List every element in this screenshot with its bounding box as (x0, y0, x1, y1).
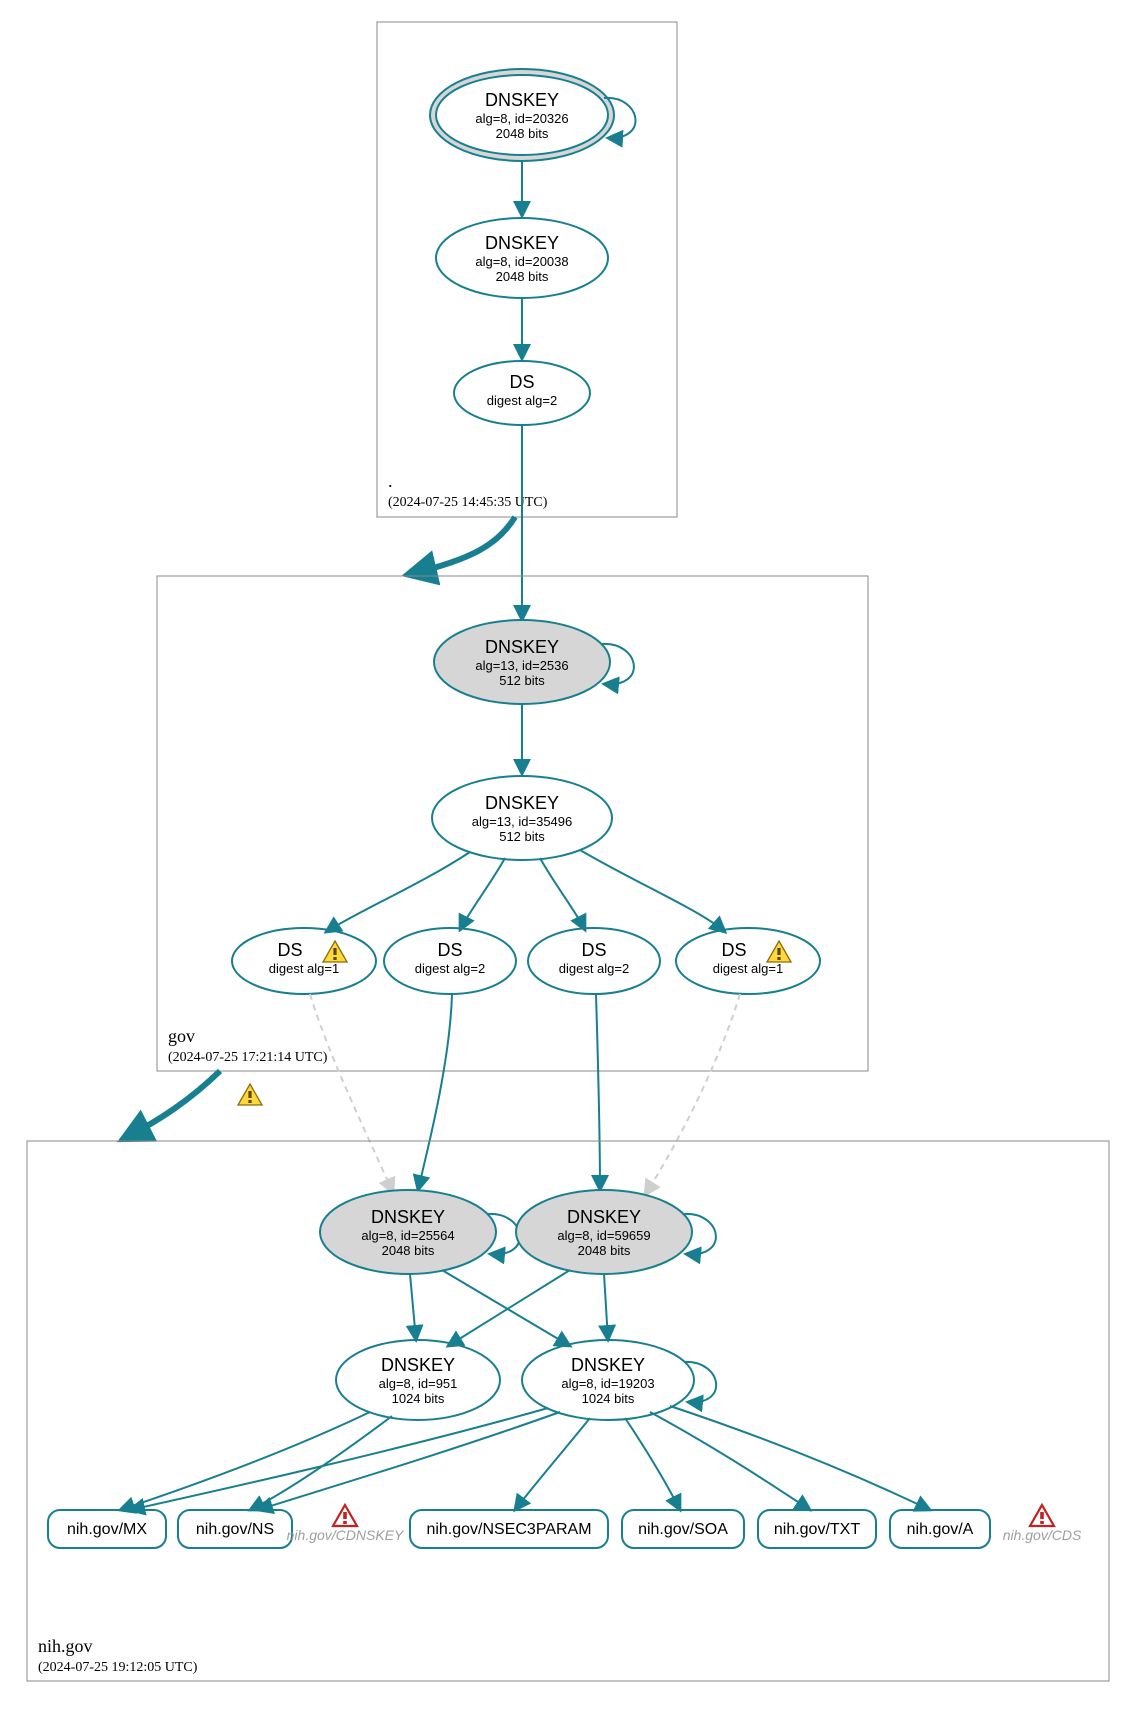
zone-gov-ts: (2024-07-25 17:21:14 UTC) (168, 1050, 328, 1065)
zone-gov-name: gov (168, 1026, 195, 1046)
svg-text:DS: DS (581, 940, 606, 960)
zone-nih-name: nih.gov (38, 1636, 93, 1656)
node-gov-zsk: DNSKEY alg=13, id=35496 512 bits (432, 776, 612, 860)
svg-text:DNSKEY: DNSKEY (381, 1355, 455, 1375)
svg-text:DNSKEY: DNSKEY (571, 1355, 645, 1375)
svg-text:DS: DS (509, 372, 534, 392)
node-nih-ksk1: DNSKEY alg=8, id=25564 2048 bits (320, 1190, 520, 1274)
svg-text:DS: DS (277, 940, 302, 960)
delegation-root-gov (410, 517, 515, 574)
edge-ds3-nihksk2 (596, 994, 600, 1190)
svg-text:digest alg=1: digest alg=1 (713, 961, 783, 976)
svg-text:DNSKEY: DNSKEY (485, 637, 559, 657)
edge-ds1-nihksk1 (310, 994, 393, 1193)
rrset-soa: nih.gov/SOA (622, 1510, 744, 1548)
svg-text:DNSKEY: DNSKEY (485, 793, 559, 813)
node-root-ds: DS digest alg=2 (454, 361, 590, 425)
svg-text:2048 bits: 2048 bits (496, 126, 549, 141)
rrset-txt: nih.gov/TXT (758, 1510, 876, 1548)
rrset-cds-error: nih.gov/CDS (1003, 1505, 1082, 1543)
zone-gov: gov (2024-07-25 17:21:14 UTC) DNSKEY alg… (157, 576, 868, 1071)
error-icon (333, 1505, 357, 1526)
node-nih-ksk2: DNSKEY alg=8, id=59659 2048 bits (516, 1190, 716, 1274)
node-nih-zsk1: DNSKEY alg=8, id=951 1024 bits (336, 1340, 500, 1420)
edge-ds2-nihksk1 (418, 994, 452, 1190)
zone-root-ts: (2024-07-25 14:45:35 UTC) (388, 495, 548, 510)
zone-root-name: . (388, 471, 393, 491)
node-gov-ksk: DNSKEY alg=13, id=2536 512 bits (434, 620, 634, 704)
error-icon (1030, 1505, 1054, 1526)
svg-text:1024 bits: 1024 bits (392, 1391, 445, 1406)
rrset-nsec3param: nih.gov/NSEC3PARAM (410, 1510, 608, 1548)
zone-root: . (2024-07-25 14:45:35 UTC) DNSKEY alg=8… (377, 22, 677, 517)
warning-icon (238, 1084, 262, 1105)
svg-text:alg=8, id=25564: alg=8, id=25564 (361, 1228, 454, 1243)
svg-text:nih.gov/SOA: nih.gov/SOA (638, 1521, 728, 1538)
svg-text:512 bits: 512 bits (499, 829, 545, 844)
svg-text:alg=13, id=2536: alg=13, id=2536 (475, 658, 568, 673)
svg-text:alg=8, id=951: alg=8, id=951 (379, 1376, 458, 1391)
svg-text:alg=13, id=35496: alg=13, id=35496 (472, 814, 572, 829)
delegation-gov-nih (125, 1071, 220, 1138)
node-gov-ds2: DS digest alg=2 (384, 928, 516, 994)
zone-nih: nih.gov (2024-07-25 19:12:05 UTC) DNSKEY… (27, 1141, 1109, 1681)
node-gov-ds4: DS digest alg=1 (676, 928, 820, 994)
svg-text:alg=8, id=20038: alg=8, id=20038 (475, 254, 568, 269)
svg-text:nih.gov/TXT: nih.gov/TXT (774, 1521, 860, 1538)
svg-text:nih.gov/CDS: nih.gov/CDS (1003, 1527, 1082, 1543)
svg-text:nih.gov/NS: nih.gov/NS (196, 1521, 274, 1538)
dnssec-graph: . (2024-07-25 14:45:35 UTC) DNSKEY alg=8… (0, 0, 1131, 1711)
svg-text:digest alg=2: digest alg=2 (415, 961, 485, 976)
rrset-ns: nih.gov/NS (178, 1510, 292, 1548)
zone-nih-ts: (2024-07-25 19:12:05 UTC) (38, 1660, 198, 1675)
node-nih-zsk2: DNSKEY alg=8, id=19203 1024 bits (522, 1340, 716, 1420)
svg-text:DS: DS (721, 940, 746, 960)
svg-text:nih.gov/NSEC3PARAM: nih.gov/NSEC3PARAM (426, 1521, 591, 1538)
edge-ds4-nihksk2 (645, 994, 740, 1195)
svg-text:DNSKEY: DNSKEY (567, 1207, 641, 1227)
rrset-cdnskey-error: nih.gov/CDNSKEY (287, 1505, 405, 1543)
svg-text:2048 bits: 2048 bits (382, 1243, 435, 1258)
node-gov-ds1: DS digest alg=1 (232, 928, 376, 994)
rrset-mx: nih.gov/MX (48, 1510, 166, 1548)
svg-text:digest alg=1: digest alg=1 (269, 961, 339, 976)
svg-text:alg=8, id=59659: alg=8, id=59659 (557, 1228, 650, 1243)
node-root-zsk: DNSKEY alg=8, id=20038 2048 bits (436, 218, 608, 298)
svg-text:DNSKEY: DNSKEY (371, 1207, 445, 1227)
svg-text:alg=8, id=19203: alg=8, id=19203 (561, 1376, 654, 1391)
svg-text:DNSKEY: DNSKEY (485, 90, 559, 110)
svg-text:digest alg=2: digest alg=2 (487, 393, 557, 408)
svg-text:1024 bits: 1024 bits (582, 1391, 635, 1406)
svg-text:nih.gov/A: nih.gov/A (907, 1521, 974, 1538)
node-gov-ds3: DS digest alg=2 (528, 928, 660, 994)
svg-text:DS: DS (437, 940, 462, 960)
svg-text:DNSKEY: DNSKEY (485, 233, 559, 253)
svg-text:digest alg=2: digest alg=2 (559, 961, 629, 976)
svg-text:2048 bits: 2048 bits (578, 1243, 631, 1258)
svg-text:nih.gov/CDNSKEY: nih.gov/CDNSKEY (287, 1527, 405, 1543)
rrset-a: nih.gov/A (890, 1510, 990, 1548)
svg-text:alg=8, id=20326: alg=8, id=20326 (475, 111, 568, 126)
svg-text:2048 bits: 2048 bits (496, 269, 549, 284)
svg-text:nih.gov/MX: nih.gov/MX (67, 1521, 147, 1538)
node-root-ksk: DNSKEY alg=8, id=20326 2048 bits (430, 69, 635, 161)
svg-text:512 bits: 512 bits (499, 673, 545, 688)
